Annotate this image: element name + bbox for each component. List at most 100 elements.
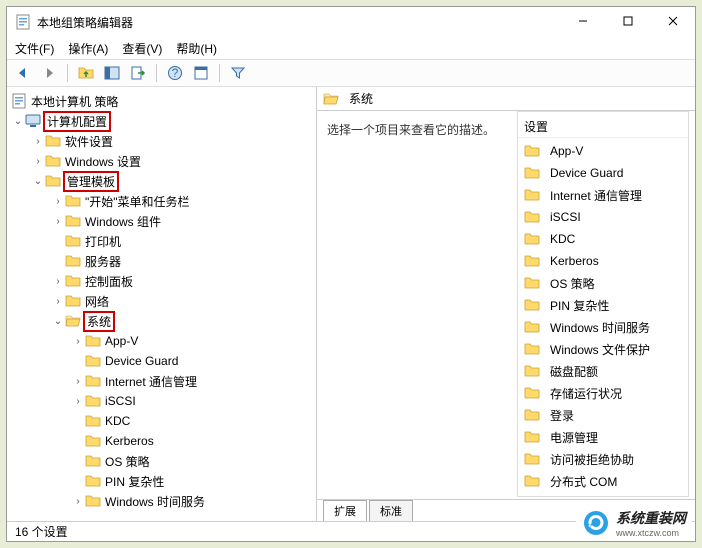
properties-button[interactable] (191, 63, 211, 83)
expand-icon[interactable]: › (31, 136, 45, 147)
menu-action[interactable]: 操作(A) (68, 40, 108, 57)
tree-software-settings[interactable]: › 软件设置 (7, 131, 316, 151)
list-item[interactable]: 电源管理 (518, 426, 688, 448)
close-button[interactable] (650, 7, 695, 35)
tree-admin-templates[interactable]: ⌄ 管理模板 (7, 171, 316, 191)
tree-appv[interactable]: › App-V (7, 331, 316, 351)
tree-label: OS 策略 (105, 453, 150, 470)
up-button[interactable] (76, 63, 96, 83)
list-item[interactable]: PIN 复杂性 (518, 294, 688, 316)
expand-icon[interactable]: › (31, 156, 45, 167)
tree-internet-comm[interactable]: ›Internet 通信管理 (7, 371, 316, 391)
tree-iscsi[interactable]: › iSCSI (7, 391, 316, 411)
list-item[interactable]: Windows 时间服务 (518, 316, 688, 338)
menubar: 文件(F) 操作(A) 查看(V) 帮助(H) (7, 37, 695, 59)
window-title: 本地组策略编辑器 (37, 14, 560, 31)
folder-icon (524, 275, 540, 291)
tree-windows-settings[interactable]: › Windows 设置 (7, 151, 316, 171)
folder-icon (85, 333, 101, 349)
expand-icon[interactable]: ⌄ (11, 116, 25, 127)
tree-kerberos[interactable]: ›Kerberos (7, 431, 316, 451)
tree-os-policy[interactable]: ›OS 策略 (7, 451, 316, 471)
expand-icon[interactable]: › (51, 276, 65, 287)
tree-windows-time[interactable]: ›Windows 时间服务 (7, 491, 316, 511)
tree-device-guard[interactable]: ›Device Guard (7, 351, 316, 371)
forward-button[interactable] (39, 63, 59, 83)
tree-system[interactable]: ⌄ 系统 (7, 311, 316, 331)
arrow-right-icon (41, 65, 57, 81)
menu-view[interactable]: 查看(V) (122, 40, 162, 57)
tree-start-taskbar[interactable]: ›"开始"菜单和任务栏 (7, 191, 316, 211)
tree-kdc[interactable]: ›KDC (7, 411, 316, 431)
list-item[interactable]: KDC (518, 228, 688, 250)
expand-icon[interactable]: › (51, 196, 65, 207)
toolbar-separator (67, 64, 68, 82)
tree-servers[interactable]: ›服务器 (7, 251, 316, 271)
tab-standard[interactable]: 标准 (369, 500, 413, 521)
funnel-icon (230, 65, 246, 81)
folder-icon (45, 173, 61, 189)
list-item[interactable]: OS 策略 (518, 272, 688, 294)
folder-up-icon (78, 65, 94, 81)
tree-network[interactable]: ›网络 (7, 291, 316, 311)
tab-extended[interactable]: 扩展 (323, 500, 367, 521)
folder-icon (45, 133, 61, 149)
list-item[interactable]: Windows 文件保护 (518, 338, 688, 360)
computer-icon (25, 113, 41, 129)
list-item[interactable]: iSCSI (518, 206, 688, 228)
tree-label: App-V (105, 334, 138, 348)
list-item[interactable]: 分布式 COM (518, 470, 688, 492)
expand-icon[interactable]: ⌄ (31, 176, 45, 187)
expand-icon[interactable]: › (51, 216, 65, 227)
list-item[interactable]: 访问被拒绝协助 (518, 448, 688, 470)
list-item[interactable]: 登录 (518, 404, 688, 426)
tree-computer-config[interactable]: ⌄ 计算机配置 (7, 111, 316, 131)
maximize-button[interactable] (605, 7, 650, 35)
expand-icon[interactable]: › (71, 396, 85, 407)
description-area: 选择一个项目来查看它的描述。 (317, 111, 507, 499)
export-icon (130, 65, 146, 81)
show-hide-tree-button[interactable] (102, 63, 122, 83)
back-button[interactable] (13, 63, 33, 83)
menu-file[interactable]: 文件(F) (15, 40, 54, 57)
list-item[interactable]: App-V (518, 140, 688, 162)
expand-icon[interactable]: ⌄ (51, 316, 65, 327)
help-button[interactable]: ? (165, 63, 185, 83)
expand-icon[interactable]: › (71, 376, 85, 387)
menu-help[interactable]: 帮助(H) (176, 40, 217, 57)
folder-icon (524, 209, 540, 225)
list-item[interactable]: Internet 通信管理 (518, 184, 688, 206)
tree-pane[interactable]: 本地计算机 策略 ⌄ 计算机配置 › 软件设置 › Windows 设置 ⌄ 管… (7, 87, 317, 521)
right-body: 选择一个项目来查看它的描述。 设置 App-V Device Guard Int… (317, 111, 695, 499)
filter-button[interactable] (228, 63, 248, 83)
tree-control-panel[interactable]: ›控制面板 (7, 271, 316, 291)
export-button[interactable] (128, 63, 148, 83)
list-item[interactable]: Kerberos (518, 250, 688, 272)
expand-icon[interactable]: › (71, 496, 85, 507)
list-item[interactable]: 存储运行状况 (518, 382, 688, 404)
folder-icon (65, 213, 81, 229)
list-item[interactable]: 磁盘配额 (518, 360, 688, 382)
expand-icon[interactable]: › (51, 296, 65, 307)
minimize-button[interactable] (560, 7, 605, 35)
tree-printers[interactable]: ›打印机 (7, 231, 316, 251)
column-header-settings[interactable]: 设置 (518, 116, 688, 138)
tree-label: 服务器 (85, 253, 121, 270)
tree-windows-components[interactable]: ›Windows 组件 (7, 211, 316, 231)
watermark: 系统重装网 www.xtczw.com (576, 506, 692, 540)
folder-icon (524, 143, 540, 159)
list-item[interactable]: Device Guard (518, 162, 688, 184)
tree-label: 软件设置 (65, 133, 113, 150)
tree-label: 管理模板 (63, 171, 119, 192)
folder-icon (85, 453, 101, 469)
tree-label: Device Guard (105, 354, 178, 368)
status-count: 16 个设置 (15, 523, 68, 540)
settings-list[interactable]: 设置 App-V Device Guard Internet 通信管理 iSCS… (517, 111, 689, 497)
tree-label: iSCSI (105, 394, 136, 408)
expand-icon[interactable]: › (71, 336, 85, 347)
folder-icon (85, 473, 101, 489)
tree-root[interactable]: 本地计算机 策略 (7, 91, 316, 111)
folder-icon (65, 253, 81, 269)
folder-icon (524, 363, 540, 379)
tree-pin-complexity[interactable]: ›PIN 复杂性 (7, 471, 316, 491)
